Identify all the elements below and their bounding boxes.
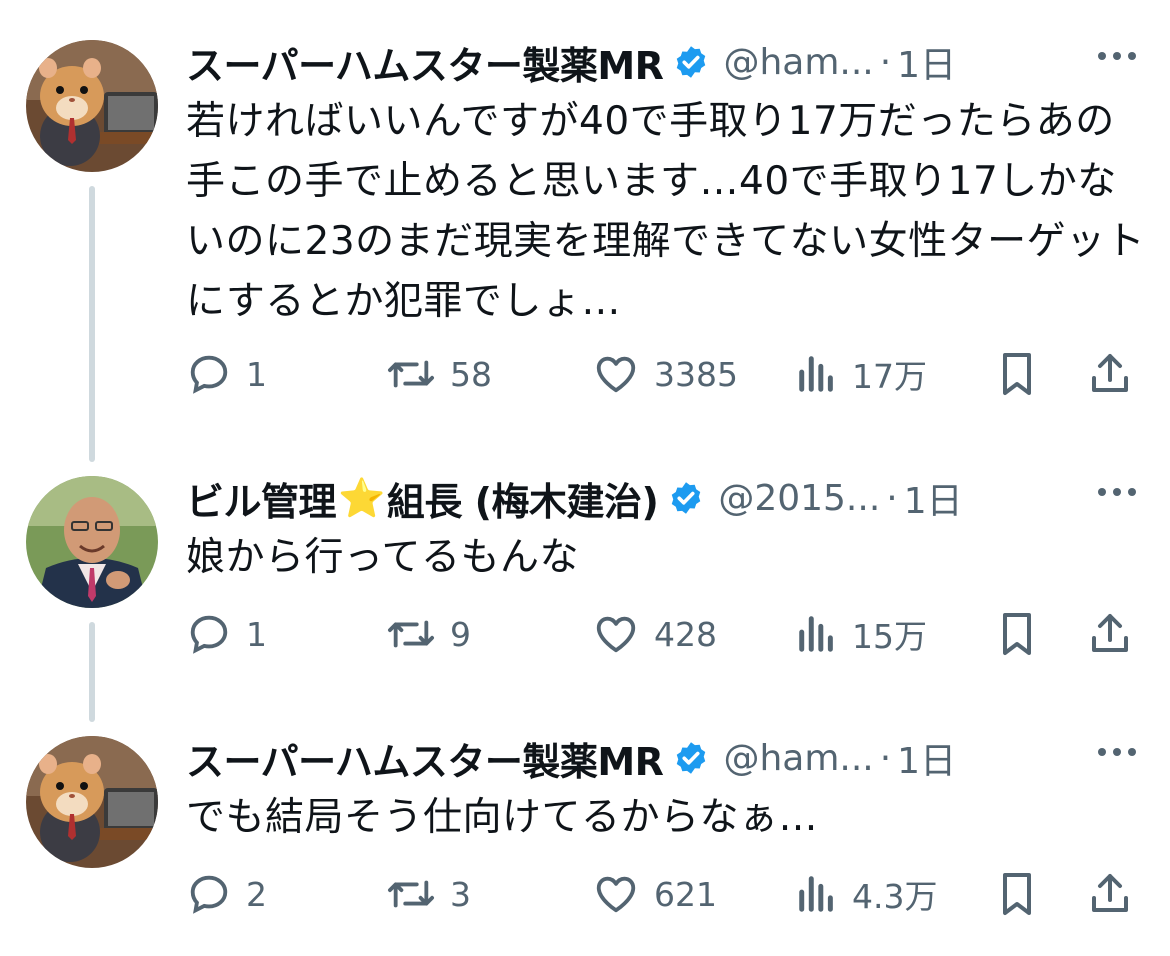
timestamp[interactable]: 1日 (904, 472, 963, 524)
retweet-button[interactable]: 58 (386, 344, 492, 404)
like-count: 3385 (654, 354, 738, 394)
bookmark-icon (996, 870, 1038, 918)
bookmark-icon (996, 350, 1038, 398)
like-button[interactable]: 3385 (592, 344, 738, 404)
verified-badge-icon (673, 44, 709, 80)
verified-badge-icon (668, 480, 704, 516)
bookmark-icon (996, 610, 1038, 658)
like-icon (592, 871, 640, 917)
separator-dot: · (879, 737, 892, 779)
reply-icon (186, 351, 232, 397)
avatar-hamster[interactable] (26, 736, 158, 868)
user-handle[interactable]: @2015... (718, 478, 880, 519)
more-icon[interactable] (1096, 46, 1138, 70)
verified-badge-icon (673, 740, 709, 776)
user-handle[interactable]: @ham... (723, 42, 873, 83)
separator-dot: · (886, 477, 898, 519)
reply-icon (186, 871, 232, 917)
views-button[interactable]: 17万 (796, 344, 927, 404)
views-button[interactable]: 15万 (796, 604, 927, 664)
views-count: 15万 (852, 617, 927, 656)
reply-count: 1 (246, 354, 267, 394)
user-handle[interactable]: @ham... (723, 738, 873, 779)
views-count: 4.3万 (852, 877, 938, 916)
retweet-count: 58 (450, 354, 492, 394)
bookmark-button[interactable] (996, 604, 1038, 664)
views-button[interactable]: 4.3万 (796, 864, 937, 924)
tweet-actions: 1 58 3385 17万 (186, 344, 1146, 404)
display-name[interactable]: スーパーハムスター製薬MR (186, 731, 664, 786)
tweet-text: 娘から行ってるもんな (186, 535, 580, 580)
retweet-icon (386, 351, 436, 397)
like-button[interactable]: 621 (592, 864, 717, 924)
share-button[interactable] (1086, 864, 1134, 924)
tweet[interactable]: スーパーハムスター製薬MR @ham... · 1日 若ければいいんですが40で… (0, 32, 1170, 432)
like-icon (592, 351, 640, 397)
tweet-text: 若ければいいんですが40で手取り17万だったらあの手この手で止めると思います…4… (186, 99, 1146, 324)
share-icon (1086, 610, 1134, 658)
bookmark-button[interactable] (996, 864, 1038, 924)
star-emoji-icon: ⭐ (338, 475, 385, 520)
retweet-button[interactable]: 3 (386, 864, 471, 924)
share-button[interactable] (1086, 344, 1134, 404)
reply-button[interactable]: 2 (186, 864, 267, 924)
reply-icon (186, 611, 232, 657)
tweet-text: でも結局そう仕向けてるからなぁ… (186, 795, 819, 840)
retweet-icon (386, 871, 436, 917)
retweet-icon (386, 611, 436, 657)
tweet-actions: 2 3 621 4.3万 (186, 864, 1146, 924)
bookmark-button[interactable] (996, 344, 1038, 404)
more-icon[interactable] (1096, 742, 1138, 766)
reply-count: 2 (246, 874, 267, 914)
tweet[interactable]: スーパーハムスター製薬MR @ham... · 1日 でも結局そう仕向けてるから… (0, 728, 1170, 956)
like-button[interactable]: 428 (592, 604, 717, 664)
share-button[interactable] (1086, 604, 1134, 664)
retweet-count: 9 (450, 614, 471, 654)
tweet-actions: 1 9 428 15万 (186, 604, 1146, 664)
separator-dot: · (879, 41, 892, 83)
share-icon (1086, 350, 1134, 398)
display-name[interactable]: スーパーハムスター製薬MR (186, 35, 664, 90)
display-name-suffix[interactable]: 組長 (梅木建治) (387, 471, 659, 526)
like-count: 428 (654, 614, 717, 654)
views-icon (796, 871, 838, 917)
reply-button[interactable]: 1 (186, 344, 267, 404)
views-icon (796, 611, 838, 657)
avatar-hamster[interactable] (26, 40, 158, 172)
views-count: 17万 (852, 357, 927, 396)
more-icon[interactable] (1096, 482, 1138, 506)
share-icon (1086, 870, 1134, 918)
timestamp[interactable]: 1日 (897, 36, 956, 88)
like-icon (592, 611, 640, 657)
reply-button[interactable]: 1 (186, 604, 267, 664)
views-icon (796, 351, 838, 397)
reply-count: 1 (246, 614, 267, 654)
retweet-count: 3 (450, 874, 471, 914)
like-count: 621 (654, 874, 717, 914)
tweet[interactable]: ビル管理 ⭐ 組長 (梅木建治) @2015... · 1日 娘から行ってるもん… (0, 468, 1170, 698)
avatar-man[interactable] (26, 476, 158, 608)
retweet-button[interactable]: 9 (386, 604, 471, 664)
timestamp[interactable]: 1日 (897, 732, 956, 784)
display-name-prefix[interactable]: ビル管理 (186, 471, 337, 526)
